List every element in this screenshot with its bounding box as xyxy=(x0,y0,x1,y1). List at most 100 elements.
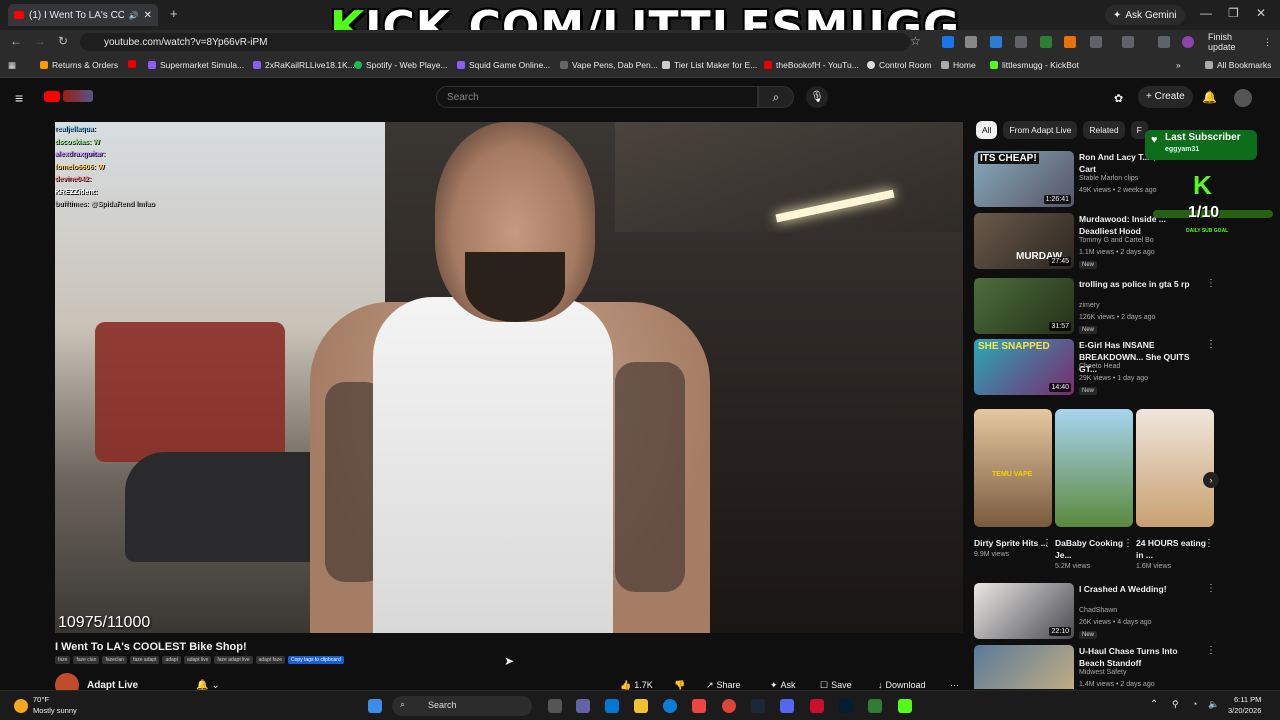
close-tab-icon[interactable]: ✕ xyxy=(144,10,152,21)
audio-icon[interactable]: 🔊 xyxy=(129,11,139,20)
url-field[interactable]: youtube.com/watch?v=8Yp66vR-iPM xyxy=(80,33,910,51)
extension-icon[interactable] xyxy=(1015,36,1027,48)
app-icon[interactable] xyxy=(810,699,824,713)
volume-icon[interactable]: 🔈 xyxy=(1208,699,1219,710)
short-thumbnail[interactable]: TEMU VAPE xyxy=(974,409,1052,527)
notifications-icon[interactable]: 🔔 xyxy=(1202,90,1217,104)
recommendation-channel[interactable]: Stable Marlon clips xyxy=(1079,175,1138,182)
maximize-icon[interactable]: ❐ xyxy=(1228,6,1239,20)
tag-chip[interactable]: adapt faze xyxy=(255,656,285,664)
media-icon[interactable] xyxy=(1158,36,1170,48)
menu-icon[interactable]: ≡ xyxy=(15,90,23,106)
store-icon[interactable] xyxy=(692,699,706,713)
voice-search-button[interactable]: 🎙 xyxy=(806,86,828,108)
forward-icon[interactable]: → xyxy=(34,34,46,48)
short-item[interactable]: DaBaby Cooking Je... 5.2M views xyxy=(1055,409,1133,570)
recommendation-title[interactable]: U-Haul Chase Turns Into Beach Standoff xyxy=(1079,645,1204,669)
bookmark-item[interactable]: 2xRaKailRLLive18.1K... xyxy=(253,60,355,70)
system-clock[interactable]: 6:11 PM 3/20/2026 xyxy=(1228,694,1261,716)
shorts-next-icon[interactable]: › xyxy=(1203,472,1219,488)
short-title[interactable]: Dirty Sprite Hits ... xyxy=(974,537,1052,549)
tag-chip[interactable]: fazeclan xyxy=(102,656,128,664)
extension-icon[interactable] xyxy=(1040,36,1052,48)
tag-chip[interactable]: faze adapt live xyxy=(214,656,253,664)
tag-chip[interactable]: faze clan xyxy=(73,656,100,664)
all-bookmarks-folder[interactable]: All Bookmarks xyxy=(1205,60,1271,70)
youtube-logo-icon[interactable] xyxy=(44,91,60,102)
extension-icon[interactable] xyxy=(1064,36,1076,48)
puzzle-icon[interactable] xyxy=(1090,36,1102,48)
bookmark-star-icon[interactable]: ☆ xyxy=(910,34,921,48)
tag-chip[interactable]: adapt xyxy=(162,656,181,664)
copilot-icon[interactable] xyxy=(605,699,619,713)
more-bookmarks-icon[interactable]: » xyxy=(1176,60,1181,70)
browser-tab[interactable]: (1) I Went To LA's COOLEST 🔊 ✕ xyxy=(8,4,158,26)
ask-gemini-button[interactable]: ✦ Ask Gemini xyxy=(1105,5,1185,25)
tray-icon[interactable]: ⚲ xyxy=(1172,699,1179,710)
video-thumbnail[interactable]: 31:57 xyxy=(974,278,1074,334)
bell-icon[interactable]: 🔔 ⌄ xyxy=(196,680,220,691)
short-title[interactable]: 24 HOURS eating in ... xyxy=(1136,537,1214,561)
bookmark-item[interactable]: Spotify - Web Playe... xyxy=(354,60,448,70)
chrome-icon[interactable] xyxy=(722,699,736,713)
recommendation-channel[interactable]: zimery xyxy=(1079,302,1100,309)
bookmark-item[interactable]: Squid Game Online... xyxy=(457,60,550,70)
photoshop-icon[interactable] xyxy=(839,699,853,713)
video-thumbnail[interactable] xyxy=(974,645,1074,689)
short-item[interactable]: TEMU VAPE Dirty Sprite Hits ... 9.9M vie… xyxy=(974,409,1052,558)
apps-icon[interactable]: ▦ xyxy=(8,60,16,71)
recommendation-title[interactable]: I Crashed A Wedding! xyxy=(1079,583,1204,595)
recommendation-channel[interactable]: Tommy G and Cartel Bo xyxy=(1079,237,1154,244)
kick-app-icon[interactable] xyxy=(898,699,912,713)
recommendation-channel[interactable]: ChadShawn xyxy=(1079,607,1117,614)
more-options-icon[interactable]: ⋮ xyxy=(1206,339,1216,350)
bookmark-item[interactable]: theBookofH - YouTu... xyxy=(764,60,859,70)
bookmark-item[interactable]: Tier List Maker for E... xyxy=(662,60,757,70)
new-tab-button[interactable]: + xyxy=(170,6,178,21)
extension-icon[interactable] xyxy=(990,36,1002,48)
discord-icon[interactable] xyxy=(780,699,794,713)
bookmark-item[interactable] xyxy=(128,60,136,68)
file-explorer-icon[interactable] xyxy=(634,699,648,713)
bookmark-item[interactable]: littlesmugg - KickBot xyxy=(990,60,1079,70)
short-title[interactable]: DaBaby Cooking Je... xyxy=(1055,537,1133,561)
task-view-icon[interactable] xyxy=(548,699,562,713)
recommendation-title[interactable]: trolling as police in gta 5 rp xyxy=(1079,278,1204,290)
recommendation-item[interactable]: 31:57 trolling as police in gta 5 rp zim… xyxy=(974,278,1224,336)
chip-related[interactable]: Related xyxy=(1083,121,1125,139)
create-button[interactable]: + Create xyxy=(1138,86,1193,108)
tag-chip[interactable]: faze xyxy=(55,656,71,664)
teams-icon[interactable] xyxy=(576,699,590,713)
minimize-icon[interactable]: — xyxy=(1200,6,1212,20)
wifi-icon[interactable]: ◔ xyxy=(1192,699,1197,709)
recommendation-item[interactable]: SHE SNAPPED 14:40 E-Girl Has INSANE BREA… xyxy=(974,339,1224,397)
extension-icon[interactable]: ✿ xyxy=(1114,92,1123,105)
more-options-icon[interactable]: ⋮ xyxy=(1042,538,1052,549)
extension-icon[interactable] xyxy=(942,36,954,48)
account-avatar[interactable] xyxy=(1234,89,1252,107)
close-window-icon[interactable]: ✕ xyxy=(1256,6,1266,20)
spreadsheet-icon[interactable] xyxy=(868,699,882,713)
sidebar-icon[interactable] xyxy=(1122,36,1134,48)
short-thumbnail[interactable] xyxy=(1055,409,1133,527)
tag-chip[interactable]: adapt live xyxy=(183,656,212,664)
video-thumbnail[interactable]: ITS CHEAP! 1:26:41 xyxy=(974,151,1074,207)
youtube-doodle[interactable] xyxy=(63,90,93,102)
finish-update-button[interactable]: Finish update ⋮ xyxy=(1200,32,1280,52)
more-options-icon[interactable]: ⋮ xyxy=(1206,278,1216,289)
search-input[interactable]: Search xyxy=(436,86,758,108)
bookmark-item[interactable]: Vape Pens, Dab Pen... xyxy=(560,60,658,70)
weather-icon[interactable] xyxy=(14,699,28,713)
tag-chip[interactable]: faze adapt xyxy=(130,656,160,664)
video-thumbnail[interactable]: MURDAW 27:45 xyxy=(974,213,1074,269)
recommendation-item[interactable]: 22:10 I Crashed A Wedding! ChadShawn 26K… xyxy=(974,583,1224,641)
bookmark-item[interactable]: Home xyxy=(941,60,976,70)
weather-widget[interactable]: 70°F Mostly sunny xyxy=(33,694,77,716)
video-player[interactable]: realjellaqua: dscoskias: W alexdraxguita… xyxy=(55,122,963,633)
video-thumbnail[interactable]: 22:10 xyxy=(974,583,1074,639)
video-thumbnail[interactable]: SHE SNAPPED 14:40 xyxy=(974,339,1074,395)
search-button[interactable]: ⌕ xyxy=(758,86,794,108)
chip-from-channel[interactable]: From Adapt Live xyxy=(1003,121,1078,139)
recommendation-item[interactable]: U-Haul Chase Turns Into Beach Standoff M… xyxy=(974,645,1224,689)
back-icon[interactable]: ← xyxy=(10,34,22,48)
